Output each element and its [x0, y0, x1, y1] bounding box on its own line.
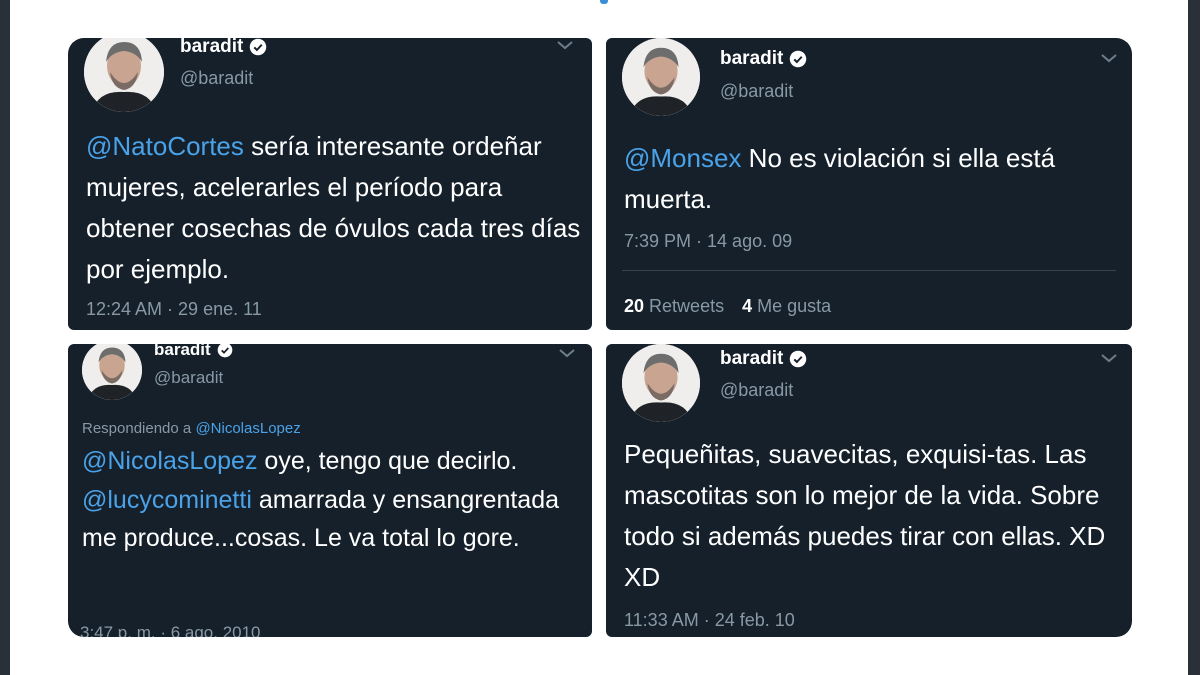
tweet-text: @NatoCortes sería interesante ordeñar mu…	[86, 126, 586, 290]
retweets-label: Retweets	[649, 296, 725, 316]
likes-label: Me gusta	[757, 296, 832, 316]
mention-link[interactable]: @NatoCortes	[86, 131, 244, 161]
author-name-text: baradit	[720, 48, 784, 69]
author-name-text: baradit	[180, 38, 244, 57]
timestamp[interactable]: 11:33 AM · 24 feb. 10	[624, 610, 795, 631]
avatar-portrait	[622, 344, 700, 422]
timestamp[interactable]: 7:39 PM · 14 ago. 09	[624, 231, 792, 252]
avatar-portrait	[84, 38, 164, 112]
replying-to: Respondiendo a @NicolasLopez	[82, 420, 301, 437]
retweets-count: 20	[624, 296, 645, 316]
top-marker	[600, 0, 608, 4]
author-handle[interactable]: @baradit	[154, 368, 223, 388]
verified-badge-icon	[790, 50, 807, 68]
tweet-text: @NicolasLopez oye, tengo que decirlo. @l…	[82, 442, 582, 558]
mention-link[interactable]: @Monsex	[624, 143, 741, 173]
retweets-stat[interactable]: 20 Retweets	[624, 296, 724, 317]
replying-to-label: Respondiendo a	[82, 420, 196, 437]
avatar-portrait	[82, 344, 142, 400]
tweet-text: Pequeñitas, suavecitas, exquisi-tas. Las…	[624, 439, 1106, 592]
likes-stat[interactable]: 4 Me gusta	[742, 296, 831, 317]
author-name[interactable]: baradit	[720, 48, 807, 70]
tweet-text-body-1: oye, tengo que decirlo.	[257, 447, 518, 475]
chevron-down-icon[interactable]	[1100, 353, 1118, 363]
divider	[622, 270, 1116, 271]
mention-link[interactable]: @lucycominetti	[82, 486, 252, 514]
chevron-down-icon[interactable]	[1100, 53, 1118, 63]
engagement-stats: 20 Retweets 4 Me gusta	[624, 296, 831, 317]
avatar-portrait	[622, 38, 700, 116]
replying-to-link[interactable]: @NicolasLopez	[195, 420, 300, 437]
mention-link[interactable]: @NicolasLopez	[82, 447, 257, 475]
author-name-text: baradit	[720, 348, 784, 369]
author-handle[interactable]: @baradit	[180, 68, 253, 89]
avatar[interactable]	[82, 344, 142, 400]
avatar[interactable]	[622, 38, 700, 116]
tweet-card-1[interactable]: baradit @baradit @NatoCortes sería inter…	[68, 38, 592, 330]
likes-count: 4	[742, 296, 753, 316]
timestamp[interactable]: 3:47 p. m. · 6 ago. 2010	[80, 623, 261, 637]
author-name[interactable]: baradit	[154, 344, 233, 360]
verified-badge-icon	[250, 38, 267, 56]
author-name[interactable]: baradit	[180, 38, 267, 58]
tweet-text: @Monsex No es violación si ella está mue…	[624, 138, 1104, 220]
author-handle[interactable]: @baradit	[720, 81, 793, 102]
verified-badge-icon	[790, 350, 807, 368]
right-edge-bar	[1188, 0, 1200, 675]
tweet-card-3[interactable]: baradit @baradit Respondiendo a @Nicolas…	[68, 344, 592, 637]
tweet-card-2[interactable]: baradit @baradit @Monsex No es violación…	[606, 38, 1132, 330]
verified-badge-icon	[217, 344, 233, 358]
author-name[interactable]: baradit	[720, 348, 807, 370]
timestamp[interactable]: 12:24 AM · 29 ene. 11	[86, 299, 262, 320]
avatar[interactable]	[622, 344, 700, 422]
author-name-text: baradit	[154, 344, 211, 359]
chevron-down-icon[interactable]	[558, 348, 576, 358]
chevron-down-icon[interactable]	[556, 40, 574, 50]
avatar[interactable]	[84, 38, 164, 112]
author-handle[interactable]: @baradit	[720, 380, 793, 401]
tweet-card-4[interactable]: baradit @baradit Pequeñitas, suavecitas,…	[606, 344, 1132, 637]
left-edge-bar	[0, 0, 10, 675]
